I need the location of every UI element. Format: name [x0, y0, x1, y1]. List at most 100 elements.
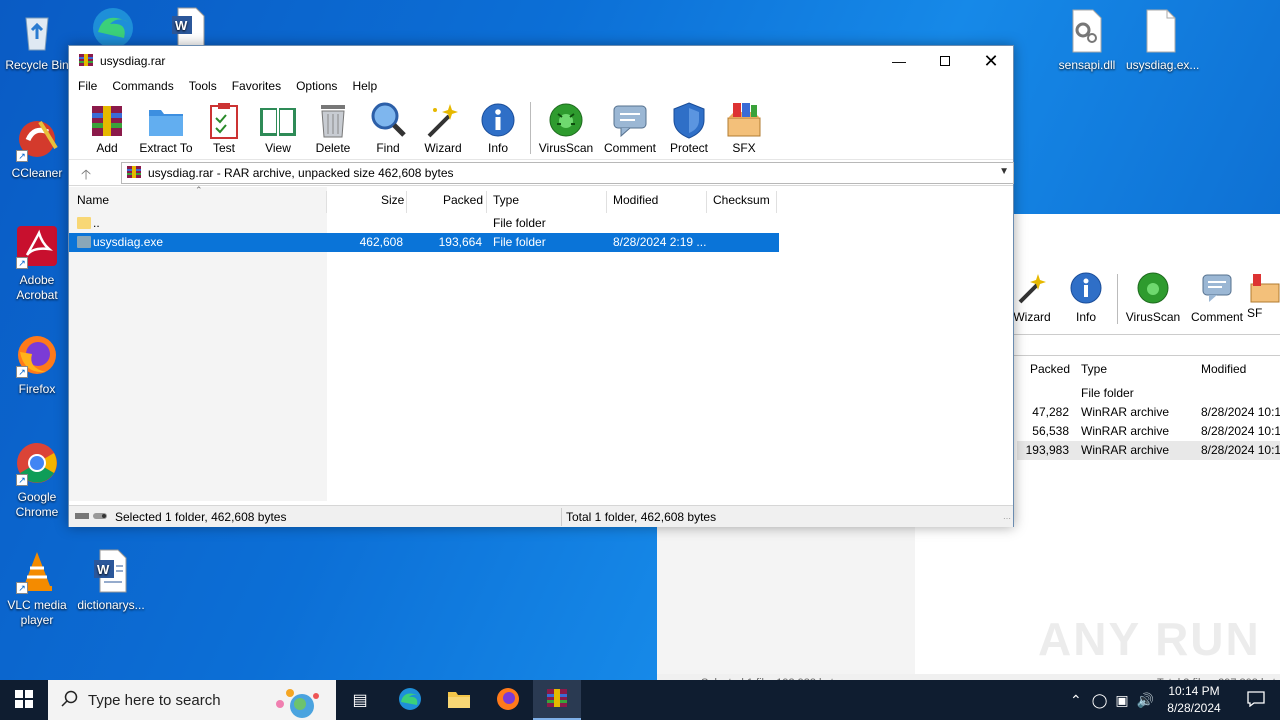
- toolbar-label: View: [265, 141, 291, 155]
- sfx-box-icon: [724, 100, 764, 140]
- wizard-icon: [1014, 270, 1050, 306]
- table-row[interactable]: usysdiag.exe 462,608 193,664 File folder…: [69, 233, 779, 252]
- system-tray: ⌃ ◯ ▣ 🔊: [1070, 680, 1154, 720]
- bg-info-button[interactable]: Info: [1051, 270, 1121, 324]
- bg-toolbar-label: Wizard: [1013, 310, 1051, 324]
- minimize-icon: —: [892, 53, 906, 69]
- taskbar-winrar[interactable]: [533, 680, 581, 720]
- desktop-icon-label: usysdiag.ex...: [1126, 58, 1200, 72]
- title-bar[interactable]: usysdiag.rar — ✕: [69, 46, 1013, 76]
- virusscan-button[interactable]: VirusScan: [534, 100, 598, 155]
- col-packed[interactable]: Packed: [443, 193, 483, 213]
- add-icon: [87, 100, 127, 140]
- desktop-icon-recycle-bin[interactable]: Recycle Bin: [2, 8, 72, 73]
- menu-favorites[interactable]: Favorites: [225, 79, 289, 93]
- column-divider: [326, 191, 327, 213]
- menu-options[interactable]: Options: [289, 79, 345, 93]
- taskbar-search[interactable]: Type here to search: [48, 680, 336, 720]
- sfx-button[interactable]: SFX: [712, 100, 776, 155]
- add-button[interactable]: Add: [75, 100, 139, 155]
- menu-help[interactable]: Help: [345, 79, 385, 93]
- bg-table-row[interactable]: 56,538 WinRAR archive 8/28/2024 10:1: [1017, 422, 1280, 441]
- col-type[interactable]: Type: [493, 193, 519, 213]
- col-modified[interactable]: Modified: [613, 193, 658, 213]
- desktop-icon-dictionarys[interactable]: W dictionarys...: [76, 548, 146, 613]
- bg-table-row[interactable]: 47,282 WinRAR archive 8/28/2024 10:1: [1017, 403, 1280, 422]
- test-clipboard-icon: [204, 100, 244, 140]
- security-icon[interactable]: ◯: [1092, 692, 1108, 709]
- address-field[interactable]: usysdiag.rar - RAR archive, unpacked siz…: [121, 162, 1014, 184]
- minimize-button[interactable]: —: [876, 46, 922, 76]
- comment-button[interactable]: Comment: [597, 100, 663, 155]
- volume-icon[interactable]: 🔊: [1137, 692, 1154, 709]
- desktop-icon-vlc[interactable]: ↗ VLC media player: [2, 548, 72, 628]
- vlc-icon: ↗: [14, 548, 60, 594]
- menu-file[interactable]: File: [71, 79, 105, 93]
- desktop-icon-ccleaner[interactable]: ↗ CCleaner: [2, 116, 72, 181]
- task-view-button[interactable]: ▤: [336, 680, 384, 720]
- menu-tools[interactable]: Tools: [182, 79, 225, 93]
- desktop-icon-label: Recycle Bin: [5, 58, 69, 72]
- taskbar-firefox[interactable]: [484, 680, 532, 720]
- winrar-app-icon: [78, 52, 94, 71]
- taskbar-file-explorer[interactable]: [435, 680, 483, 720]
- notification-button[interactable]: [1232, 680, 1280, 720]
- toolbar: Add Extract To Test View Delete Find Wiz…: [69, 96, 1013, 160]
- bg-col-modified[interactable]: Modified: [1201, 362, 1246, 376]
- desktop-icon-acrobat[interactable]: ↗ Adobe Acrobat: [2, 223, 72, 303]
- bg-toolbar-label: SF: [1247, 306, 1263, 320]
- folder-icon: [77, 217, 91, 229]
- folder-icon: [447, 689, 471, 712]
- bg-table-row[interactable]: File folder: [1017, 384, 1280, 403]
- toolbar-label: Wizard: [424, 141, 462, 155]
- bg-virusscan-button[interactable]: VirusScan: [1118, 270, 1188, 324]
- desktop-icon-chrome[interactable]: ↗ Google Chrome: [2, 440, 72, 520]
- taskbar-edge[interactable]: [386, 680, 434, 720]
- clock[interactable]: 10:14 PM 8/28/2024: [1158, 683, 1230, 717]
- bg-sfx-button[interactable]: SF: [1247, 270, 1280, 320]
- bg-toolbar-label: VirusScan: [1125, 310, 1181, 324]
- column-divider: [606, 191, 607, 213]
- shortcut-arrow-icon: ↗: [16, 150, 28, 162]
- desktop-icon-firefox[interactable]: ↗ Firefox: [2, 332, 72, 397]
- column-divider: [486, 191, 487, 213]
- toolbar-label: Test: [212, 141, 235, 155]
- desktop-icon-label: Google Chrome: [15, 490, 59, 519]
- search-placeholder: Type here to search: [88, 691, 221, 709]
- bg-cell-packed: 47,282: [1032, 405, 1069, 419]
- bg-cell-modified: 8/28/2024 10:1: [1201, 405, 1280, 419]
- bg-toolbar-label: Info: [1075, 310, 1096, 324]
- file-list[interactable]: ⌃ Name Size Packed Type Modified Checksu…: [69, 185, 1013, 501]
- extract-to-button[interactable]: Extract To: [133, 100, 199, 155]
- col-name[interactable]: Name: [77, 193, 109, 213]
- shortcut-arrow-icon: ↗: [16, 257, 28, 269]
- winrar-window[interactable]: usysdiag.rar — ✕ File Commands Tools Fav…: [68, 45, 1014, 527]
- desktop-icon-sensapi[interactable]: sensapi.dll: [1052, 8, 1122, 73]
- bg-comment-button[interactable]: Comment: [1182, 270, 1252, 324]
- desktop-icon-usysdiag[interactable]: usysdiag.ex...: [1126, 8, 1200, 73]
- network-icon[interactable]: ▣: [1115, 692, 1128, 709]
- toolbar-label: VirusScan: [538, 141, 594, 155]
- start-button[interactable]: [0, 680, 48, 720]
- column-divider: [776, 191, 777, 213]
- chevron-up-icon[interactable]: ⌃: [1070, 692, 1082, 709]
- info-button[interactable]: Info: [466, 100, 530, 155]
- col-checksum[interactable]: Checksum: [713, 193, 770, 213]
- virusscan-icon: [546, 100, 586, 140]
- menu-commands[interactable]: Commands: [105, 79, 181, 93]
- column-divider: [706, 191, 707, 213]
- chevron-down-icon[interactable]: ▼: [999, 166, 1009, 177]
- bg-col-packed[interactable]: Packed: [1030, 362, 1070, 376]
- resize-grip-icon[interactable]: ⋯: [1003, 514, 1011, 523]
- maximize-button[interactable]: [922, 46, 968, 76]
- bg-table-row[interactable]: 193,983 WinRAR archive 8/28/2024 10:1: [1017, 441, 1280, 460]
- bg-col-type[interactable]: Type: [1081, 362, 1107, 376]
- table-row[interactable]: .. File folder: [69, 214, 779, 233]
- close-button[interactable]: ✕: [968, 46, 1014, 76]
- toolbar-label: Extract To: [139, 141, 193, 155]
- up-arrow-icon[interactable]: 🡡: [81, 164, 91, 188]
- bg-cell-modified: 8/28/2024 10:1: [1201, 443, 1280, 457]
- col-size[interactable]: Size: [381, 193, 404, 213]
- desktop-icon-label: sensapi.dll: [1058, 58, 1116, 72]
- search-highlight-icon: [260, 684, 330, 720]
